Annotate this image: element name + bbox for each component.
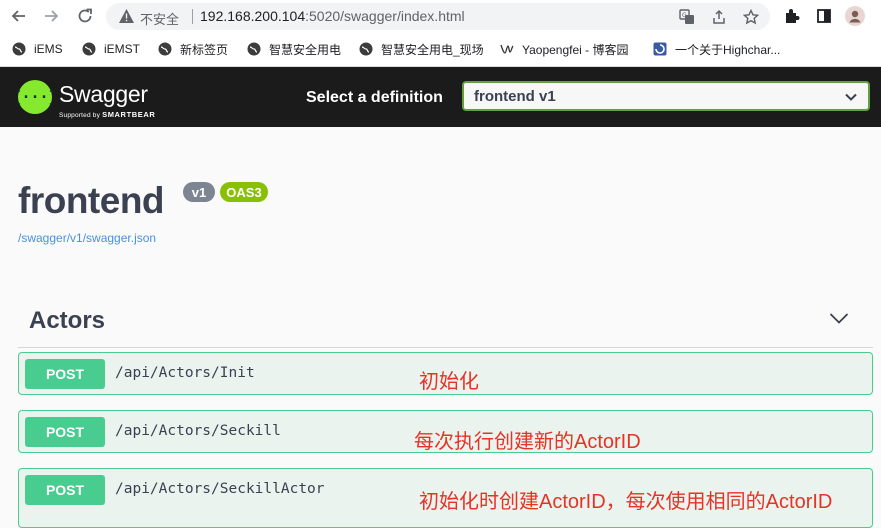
- bookmark-label: iEMS: [34, 42, 63, 56]
- bookmark-label: 智慧安全用电: [269, 42, 342, 57]
- operation-path: /api/Actors/Init: [115, 365, 255, 381]
- swagger-logo-icon: {···}: [12, 80, 58, 114]
- bookmarks-bar: iEMS iEMST 新标签页 智慧安全用电 智慧安全用电_现场 Yaopeng…: [0, 33, 881, 67]
- definition-select[interactable]: frontend v1: [462, 81, 870, 111]
- bookmark-item[interactable]: Yaopengfei - 博客园: [500, 41, 629, 57]
- globe-icon: [82, 42, 96, 56]
- version-badge: v1: [183, 182, 215, 202]
- logo-subtitle: Supported by SMARTBEAR: [59, 110, 155, 119]
- bookmark-item[interactable]: 新标签页: [158, 41, 228, 57]
- url-text[interactable]: 192.168.200.104:5020/swagger/index.html: [200, 8, 465, 24]
- chevron-down-icon: [844, 90, 858, 109]
- annotation-note: 初始化: [419, 371, 479, 393]
- swagger-topbar: {···} Swagger Supported by SMARTBEAR Sel…: [0, 67, 881, 127]
- back-arrow-icon[interactable]: [7, 5, 29, 27]
- svg-text:G: G: [682, 12, 687, 19]
- reload-icon[interactable]: [74, 5, 96, 27]
- globe-icon: [158, 42, 172, 56]
- bookmark-label: 一个关于Highchar...: [675, 42, 781, 57]
- extensions-puzzle-icon[interactable]: [782, 6, 802, 26]
- bookmark-item[interactable]: 智慧安全用电_现场: [359, 41, 484, 57]
- api-title: frontend: [18, 180, 165, 221]
- url-host: 192.168.200.104: [200, 8, 306, 24]
- bookmark-item[interactable]: 一个关于Highchar...: [653, 41, 780, 57]
- bookmark-item[interactable]: iEMS: [12, 41, 63, 57]
- globe-icon: [359, 42, 373, 56]
- http-method-badge: POST: [25, 475, 105, 505]
- spec-url-link[interactable]: /swagger/v1/swagger.json: [18, 231, 156, 245]
- blog-signature-icon: [500, 42, 514, 56]
- share-icon[interactable]: [710, 8, 728, 26]
- bookmark-label: 新标签页: [180, 42, 229, 57]
- url-path: :5020/swagger/index.html: [305, 8, 465, 24]
- bookmark-label: 智慧安全用电_现场: [381, 42, 484, 57]
- http-method-badge: POST: [25, 359, 105, 389]
- globe-icon: [247, 42, 261, 56]
- tag-name: Actors: [29, 307, 106, 334]
- star-bookmark-icon[interactable]: [742, 8, 760, 26]
- bookmark-label: iEMST: [104, 42, 140, 56]
- side-panel-icon[interactable]: [814, 6, 834, 26]
- divider: [192, 9, 193, 24]
- http-method-badge: POST: [25, 417, 105, 447]
- svg-text:{···}: {···}: [18, 88, 52, 106]
- definition-value: frontend v1: [474, 88, 556, 105]
- logo-sub-brand: SMARTBEAR: [102, 110, 156, 119]
- browser-toolbar: 不安全 192.168.200.104:5020/swagger/index.h…: [0, 0, 881, 34]
- highcharts-icon: [653, 42, 667, 56]
- tag-section-header[interactable]: Actors: [18, 297, 873, 348]
- annotation-note: 初始化时创建ActorID，每次使用相同的ActorID: [419, 491, 833, 513]
- warning-triangle-icon: [118, 8, 135, 29]
- bookmark-item[interactable]: 智慧安全用电: [247, 41, 341, 57]
- definition-label: Select a definition: [306, 89, 443, 106]
- oas-badge: OAS3: [220, 182, 268, 202]
- operation-path: /api/Actors/Seckill: [115, 423, 281, 439]
- operation-path: /api/Actors/SeckillActor: [115, 481, 325, 497]
- translate-icon[interactable]: G: [678, 8, 696, 26]
- bookmark-label: Yaopengfei - 博客园: [522, 42, 629, 57]
- security-status[interactable]: 不安全: [140, 9, 179, 28]
- annotation-note: 每次执行创建新的ActorID: [414, 431, 641, 453]
- chevron-down-icon[interactable]: [829, 311, 849, 330]
- logo-sub-prefix: Supported by: [59, 112, 101, 119]
- profile-avatar-icon[interactable]: [845, 6, 865, 26]
- forward-arrow-icon[interactable]: [41, 5, 63, 27]
- address-bar[interactable]: 不安全 192.168.200.104:5020/swagger/index.h…: [106, 3, 770, 30]
- globe-icon: [12, 42, 26, 56]
- logo-text: Swagger: [59, 81, 148, 107]
- bookmark-item[interactable]: iEMST: [82, 41, 140, 57]
